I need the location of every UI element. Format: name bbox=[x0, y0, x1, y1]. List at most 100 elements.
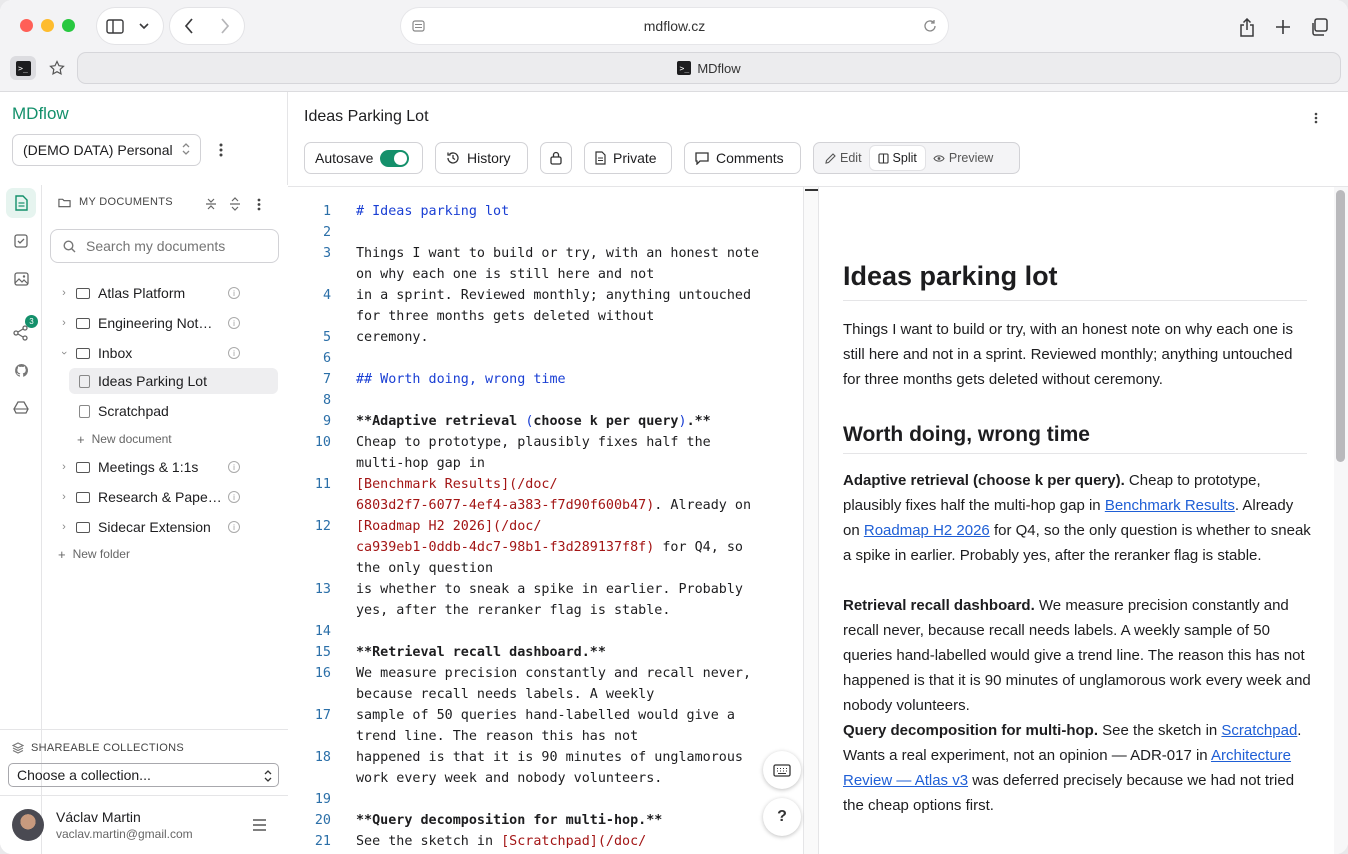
tab-overview-icon[interactable] bbox=[1308, 16, 1330, 38]
chevron-right-icon[interactable]: › bbox=[56, 521, 72, 533]
folder-label: Sidecar Extension bbox=[98, 519, 211, 535]
folder-inbox[interactable]: › Inbox i bbox=[56, 340, 278, 366]
code-token: yes, after the reranker flag is stable. bbox=[356, 603, 671, 618]
keyboard-icon bbox=[773, 763, 791, 777]
collapse-all-icon[interactable] bbox=[203, 196, 219, 212]
code-line: trend line. The reason this has not bbox=[356, 729, 638, 744]
avatar[interactable] bbox=[12, 809, 44, 841]
back-icon[interactable] bbox=[180, 17, 198, 35]
code-line: sample of 50 queries hand-labelled would… bbox=[356, 708, 735, 723]
expand-all-icon[interactable] bbox=[227, 196, 243, 212]
search-input[interactable] bbox=[86, 238, 256, 254]
code-line: for three months gets deleted without bbox=[356, 309, 654, 324]
chevron-right-icon[interactable]: › bbox=[56, 317, 72, 329]
history-label: History bbox=[467, 150, 511, 166]
folder-meetings[interactable]: › Meetings & 1:1s i bbox=[56, 454, 278, 480]
rail-images-button[interactable] bbox=[6, 264, 36, 294]
chevron-down-icon[interactable]: › bbox=[58, 345, 70, 361]
new-folder-label: New folder bbox=[72, 547, 130, 561]
zoom-window-button[interactable] bbox=[62, 19, 75, 32]
rail-documents-button[interactable] bbox=[6, 188, 36, 218]
minimize-window-button[interactable] bbox=[41, 19, 54, 32]
folder-atlas-platform[interactable]: › Atlas Platform i bbox=[56, 280, 278, 306]
folder-research[interactable]: › Research & Pape… i bbox=[56, 484, 278, 510]
code-token: ceremony. bbox=[356, 330, 429, 345]
doc-ideas-parking-lot[interactable]: Ideas Parking Lot bbox=[69, 368, 278, 394]
preview-h1: Ideas parking lot bbox=[843, 261, 1307, 301]
bookmark-star-icon[interactable] bbox=[46, 57, 68, 79]
info-icon[interactable]: i bbox=[228, 491, 240, 503]
tab-preview[interactable]: Preview bbox=[925, 146, 1001, 170]
terminal-icon: >_ bbox=[677, 61, 692, 75]
rail-github-button[interactable] bbox=[6, 355, 36, 385]
active-tab[interactable]: >_ MDflow bbox=[78, 53, 1340, 83]
scrollbar-thumb[interactable] bbox=[1336, 190, 1345, 462]
document-title[interactable]: Ideas Parking Lot bbox=[304, 108, 429, 126]
pinned-tab-terminal-icon[interactable]: >_ bbox=[10, 56, 36, 80]
workspace-select[interactable]: (DEMO DATA) Personal bbox=[12, 134, 201, 166]
sidebar-icon[interactable] bbox=[105, 17, 125, 35]
link-roadmap[interactable]: Roadmap H2 2026 bbox=[864, 522, 990, 539]
workspace-more-icon[interactable] bbox=[212, 142, 230, 158]
checkbox-icon bbox=[14, 234, 28, 248]
tab-edit[interactable]: Edit bbox=[817, 146, 870, 170]
preview-scrollbar[interactable] bbox=[1334, 187, 1348, 854]
link-scratchpad[interactable]: Scratchpad bbox=[1221, 722, 1297, 739]
markdown-editor[interactable]: 1 # Ideas parking lot 2 3 Things I want to b… bbox=[289, 187, 803, 854]
forward-icon[interactable] bbox=[216, 17, 234, 35]
drag-handle[interactable] bbox=[805, 189, 818, 191]
reload-icon[interactable] bbox=[922, 18, 938, 34]
new-folder-button[interactable]: + New folder bbox=[58, 541, 280, 567]
eye-icon bbox=[933, 154, 945, 162]
info-icon[interactable]: i bbox=[228, 287, 240, 299]
brand-logo[interactable]: MDflow bbox=[12, 104, 69, 124]
autosave-toggle[interactable]: Autosave bbox=[304, 142, 423, 174]
new-document-button[interactable]: + New document bbox=[77, 426, 299, 452]
autosave-label: Autosave bbox=[315, 150, 374, 166]
search-box[interactable] bbox=[50, 229, 279, 263]
rail-tasks-button[interactable] bbox=[6, 226, 36, 256]
info-icon[interactable]: i bbox=[228, 317, 240, 329]
chevron-down-icon[interactable] bbox=[137, 17, 151, 35]
link-benchmark-results[interactable]: Benchmark Results bbox=[1105, 497, 1235, 514]
visibility-button[interactable]: Private bbox=[584, 142, 672, 174]
new-tab-icon[interactable] bbox=[1272, 16, 1294, 38]
section-more-icon[interactable] bbox=[251, 196, 267, 212]
close-window-button[interactable] bbox=[20, 19, 33, 32]
browser-window: mdflow.cz >_ >_ MDflow MDflow (DEMO DATA… bbox=[0, 0, 1348, 854]
comment-icon bbox=[695, 151, 709, 165]
help-button[interactable]: ? bbox=[763, 798, 801, 836]
code-token: . Already on bbox=[654, 498, 752, 513]
split-divider[interactable] bbox=[803, 187, 819, 854]
folder-label: Atlas Platform bbox=[98, 285, 186, 301]
page-menu-icon[interactable] bbox=[411, 19, 425, 33]
folder-engineering-notes[interactable]: › Engineering Not… i bbox=[56, 310, 278, 336]
autosave-switch[interactable] bbox=[380, 149, 410, 167]
document-more-icon[interactable] bbox=[1308, 110, 1324, 126]
document-icon bbox=[79, 374, 90, 388]
code-token: **Query decomposition for multi-hop.** bbox=[356, 813, 663, 828]
code-token: sample of 50 queries hand-labelled would… bbox=[356, 708, 735, 723]
address-bar[interactable]: mdflow.cz bbox=[401, 8, 948, 44]
rail-share-button[interactable]: 3 bbox=[6, 315, 38, 348]
chevron-right-icon[interactable]: › bbox=[56, 287, 72, 299]
history-button[interactable]: History bbox=[435, 142, 528, 174]
share-icon[interactable] bbox=[1236, 16, 1258, 38]
menu-icon[interactable] bbox=[250, 816, 268, 834]
line-number: 18 bbox=[314, 750, 331, 765]
comments-label: Comments bbox=[716, 150, 784, 166]
chevron-right-icon[interactable]: › bbox=[56, 491, 72, 503]
rail-drive-button[interactable] bbox=[6, 393, 36, 423]
chevron-right-icon[interactable]: › bbox=[56, 461, 72, 473]
collection-select[interactable]: Choose a collection... bbox=[8, 763, 279, 787]
folder-sidecar-extension[interactable]: › Sidecar Extension i bbox=[56, 514, 278, 540]
info-icon[interactable]: i bbox=[228, 347, 240, 359]
doc-scratchpad[interactable]: Scratchpad bbox=[69, 398, 278, 424]
tab-split[interactable]: Split bbox=[869, 146, 925, 170]
info-icon[interactable]: i bbox=[228, 461, 240, 473]
comments-button[interactable]: Comments bbox=[684, 142, 801, 174]
tab-edit-label: Edit bbox=[840, 151, 862, 165]
info-icon[interactable]: i bbox=[228, 521, 240, 533]
keyboard-shortcuts-button[interactable] bbox=[763, 751, 801, 789]
lock-button[interactable] bbox=[540, 142, 572, 174]
